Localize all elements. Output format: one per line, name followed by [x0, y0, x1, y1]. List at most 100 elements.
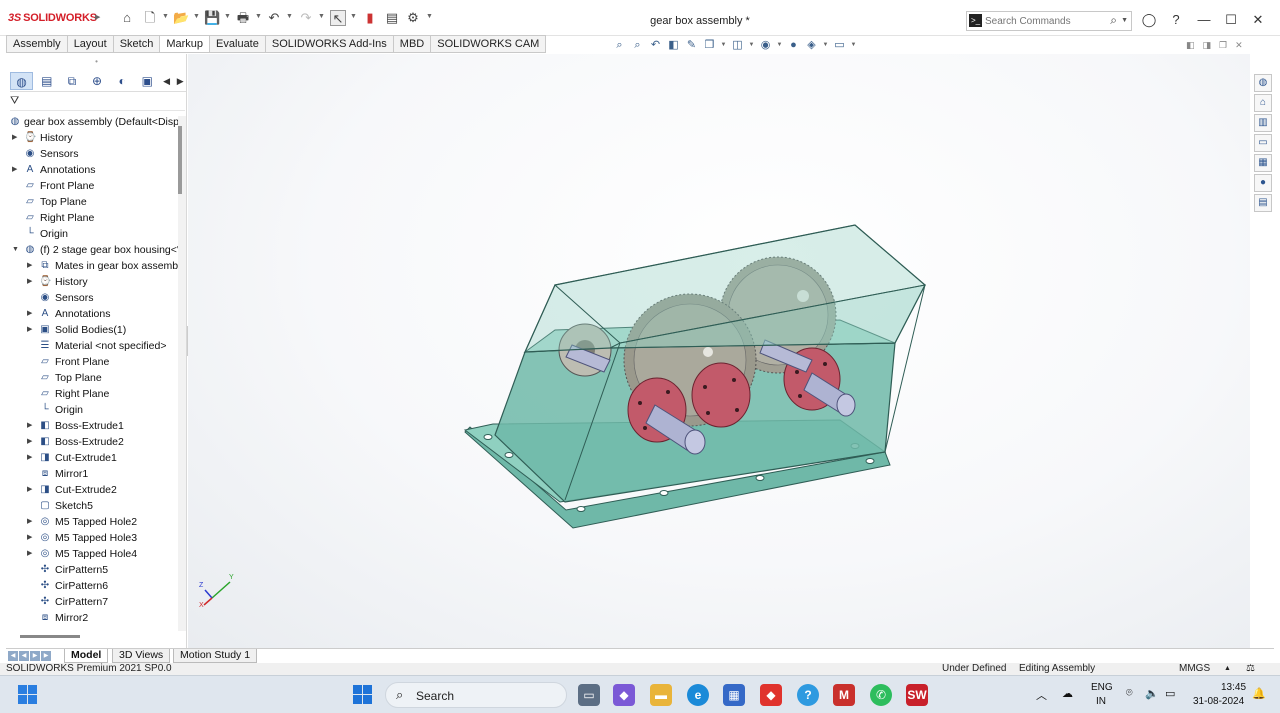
- property-manager-tab-icon[interactable]: ▤: [35, 72, 58, 90]
- close-icon[interactable]: ✕: [1235, 40, 1243, 51]
- chevron-down-icon[interactable]: ▼: [162, 13, 169, 20]
- gear-icon[interactable]: ⚙: [405, 10, 421, 26]
- tab-evaluate[interactable]: Evaluate: [210, 35, 266, 53]
- zoom-to-area-icon[interactable]: ⌕: [630, 38, 645, 53]
- view-palette-icon[interactable]: ▦: [1254, 154, 1272, 172]
- show-desktop-icon[interactable]: [18, 685, 38, 705]
- wifi-icon[interactable]: ⌾: [1126, 687, 1133, 700]
- battery-icon[interactable]: ▭: [1165, 687, 1175, 700]
- menu-expand-icon[interactable]: ▶: [95, 13, 100, 21]
- gearbox-model[interactable]: Y Z X: [188, 54, 1250, 648]
- chevron-right-icon[interactable]: ▶: [27, 514, 35, 530]
- chevron-down-icon[interactable]: ▼: [286, 13, 293, 20]
- tab-markup[interactable]: Markup: [160, 35, 211, 53]
- chevron-right-icon[interactable]: ▶: [27, 306, 35, 322]
- mcafee-icon[interactable]: M: [833, 684, 855, 706]
- scrollbar-thumb[interactable]: [178, 126, 182, 194]
- chevron-right-icon[interactable]: ▶: [27, 530, 35, 546]
- tab-model[interactable]: Model: [64, 649, 109, 663]
- chevron-down-icon[interactable]: ▼: [12, 242, 20, 258]
- edit-appearance-icon[interactable]: ●: [786, 38, 801, 53]
- hide-show-items-icon[interactable]: ◉: [758, 38, 773, 53]
- chevron-down-icon[interactable]: ▼: [193, 13, 200, 20]
- file-explorer-icon[interactable]: ▭: [1254, 134, 1272, 152]
- vertical-scrollbar[interactable]: [178, 116, 186, 631]
- tab-layout[interactable]: Layout: [67, 35, 114, 53]
- chevron-down-icon[interactable]: ▼: [822, 38, 829, 53]
- taskbar-search[interactable]: ⌕ Search: [385, 682, 567, 708]
- solidworks-resources-icon[interactable]: ◍: [1254, 74, 1272, 92]
- zoom-to-fit-icon[interactable]: ⌕: [612, 38, 627, 53]
- tab-sketch[interactable]: Sketch: [113, 35, 161, 53]
- tab-motion-study-1[interactable]: Motion Study 1: [173, 649, 258, 663]
- open-folder-icon[interactable]: 📂: [173, 10, 189, 26]
- graphics-area[interactable]: Y Z X: [188, 54, 1250, 648]
- tab-solidworks-add-ins[interactable]: SOLIDWORKS Add-Ins: [265, 35, 394, 53]
- dimxpert-tab-icon[interactable]: ⊕: [85, 72, 108, 90]
- language-indicator[interactable]: ENG: [1091, 682, 1113, 693]
- redo-icon[interactable]: ↷: [298, 10, 314, 26]
- customize-icon[interactable]: ⚖: [1246, 663, 1255, 675]
- apply-scene-icon[interactable]: ◈: [804, 38, 819, 53]
- chevron-up-icon[interactable]: ▲: [1224, 663, 1231, 675]
- custom-properties-icon[interactable]: ▤: [1254, 194, 1272, 212]
- display-style-icon[interactable]: ◫: [730, 38, 745, 53]
- view-orientation-icon[interactable]: ❒: [702, 38, 717, 53]
- search-icon[interactable]: ⌕: [1110, 13, 1117, 28]
- save-icon[interactable]: 💾: [204, 10, 220, 26]
- chevron-down-icon[interactable]: ▼: [776, 38, 783, 53]
- panel-grip[interactable]: •: [6, 54, 187, 70]
- chevron-right-icon[interactable]: ▶: [174, 72, 186, 90]
- tile-icon[interactable]: ◨: [1203, 40, 1212, 51]
- chevron-right-icon[interactable]: ▶: [27, 450, 35, 466]
- search-commands-field[interactable]: >_ ⌕ ▼: [966, 11, 1132, 31]
- chevron-down-icon[interactable]: ▼: [224, 13, 231, 20]
- chevron-down-icon[interactable]: ▼: [318, 13, 325, 20]
- filter-icon[interactable]: ⛛: [10, 95, 19, 107]
- tab-3d-views[interactable]: 3D Views: [112, 649, 171, 663]
- feature-manager-tab-icon[interactable]: ◍: [10, 72, 34, 90]
- view-settings-icon[interactable]: ▭: [832, 38, 847, 53]
- new-document-icon[interactable]: 🗋: [142, 10, 158, 26]
- chevron-right-icon[interactable]: ▶: [27, 482, 35, 498]
- microsoft-store-icon[interactable]: ▦: [723, 684, 745, 706]
- home-icon[interactable]: ⌂: [1254, 94, 1272, 112]
- volume-icon[interactable]: 🔈: [1145, 687, 1159, 700]
- dynamic-annotation-icon[interactable]: ✎: [684, 38, 699, 53]
- chevron-right-icon[interactable]: ▶: [27, 434, 35, 450]
- configuration-manager-tab-icon[interactable]: ⧉: [60, 72, 83, 90]
- cloud-icon[interactable]: ☁: [1062, 687, 1073, 700]
- file-properties-icon[interactable]: ▤: [384, 10, 400, 26]
- select-cursor-icon[interactable]: ↖: [330, 10, 346, 26]
- tile-icon[interactable]: ◧: [1186, 40, 1195, 51]
- chevron-down-icon[interactable]: ▼: [850, 38, 857, 53]
- cam-tab-icon[interactable]: ▣: [136, 72, 159, 90]
- notification-bell-icon[interactable]: 🔔: [1252, 687, 1266, 700]
- help-app-icon[interactable]: ?: [797, 684, 819, 706]
- chevron-up-icon[interactable]: ︿: [1036, 687, 1047, 703]
- close-button[interactable]: ✕: [1250, 12, 1266, 28]
- search-input[interactable]: [985, 14, 1105, 28]
- chevron-left-icon[interactable]: ◀: [161, 72, 173, 90]
- copilot-icon[interactable]: ◆: [613, 684, 635, 706]
- whatsapp-icon[interactable]: ✆: [870, 684, 892, 706]
- chevron-right-icon[interactable]: ▶: [27, 418, 35, 434]
- file-explorer-icon[interactable]: ▬: [650, 684, 672, 706]
- previous-view-icon[interactable]: ↶: [648, 38, 663, 53]
- solidworks-logo[interactable]: 3S SOLIDWORKS: [8, 12, 97, 24]
- restore-icon[interactable]: ❐: [1219, 40, 1227, 51]
- help-icon[interactable]: ?: [1168, 12, 1184, 28]
- tab-mbd[interactable]: MBD: [393, 35, 432, 53]
- clock-date[interactable]: 31-08-2024: [1193, 696, 1244, 707]
- chevron-down-icon[interactable]: ▼: [1121, 17, 1128, 24]
- chevron-down-icon[interactable]: ▼: [720, 38, 727, 53]
- chevron-down-icon[interactable]: ▼: [350, 13, 357, 20]
- maximize-button[interactable]: ☐: [1223, 12, 1239, 28]
- chevron-right-icon[interactable]: ▶: [12, 130, 20, 146]
- section-view-icon[interactable]: ◧: [666, 38, 681, 53]
- next-tab-icon[interactable]: ▶: [30, 651, 40, 661]
- start-button[interactable]: [353, 685, 373, 705]
- chevron-right-icon[interactable]: ▶: [27, 322, 35, 338]
- chevron-down-icon[interactable]: ▼: [748, 38, 755, 53]
- chevron-right-icon[interactable]: ▶: [27, 258, 35, 274]
